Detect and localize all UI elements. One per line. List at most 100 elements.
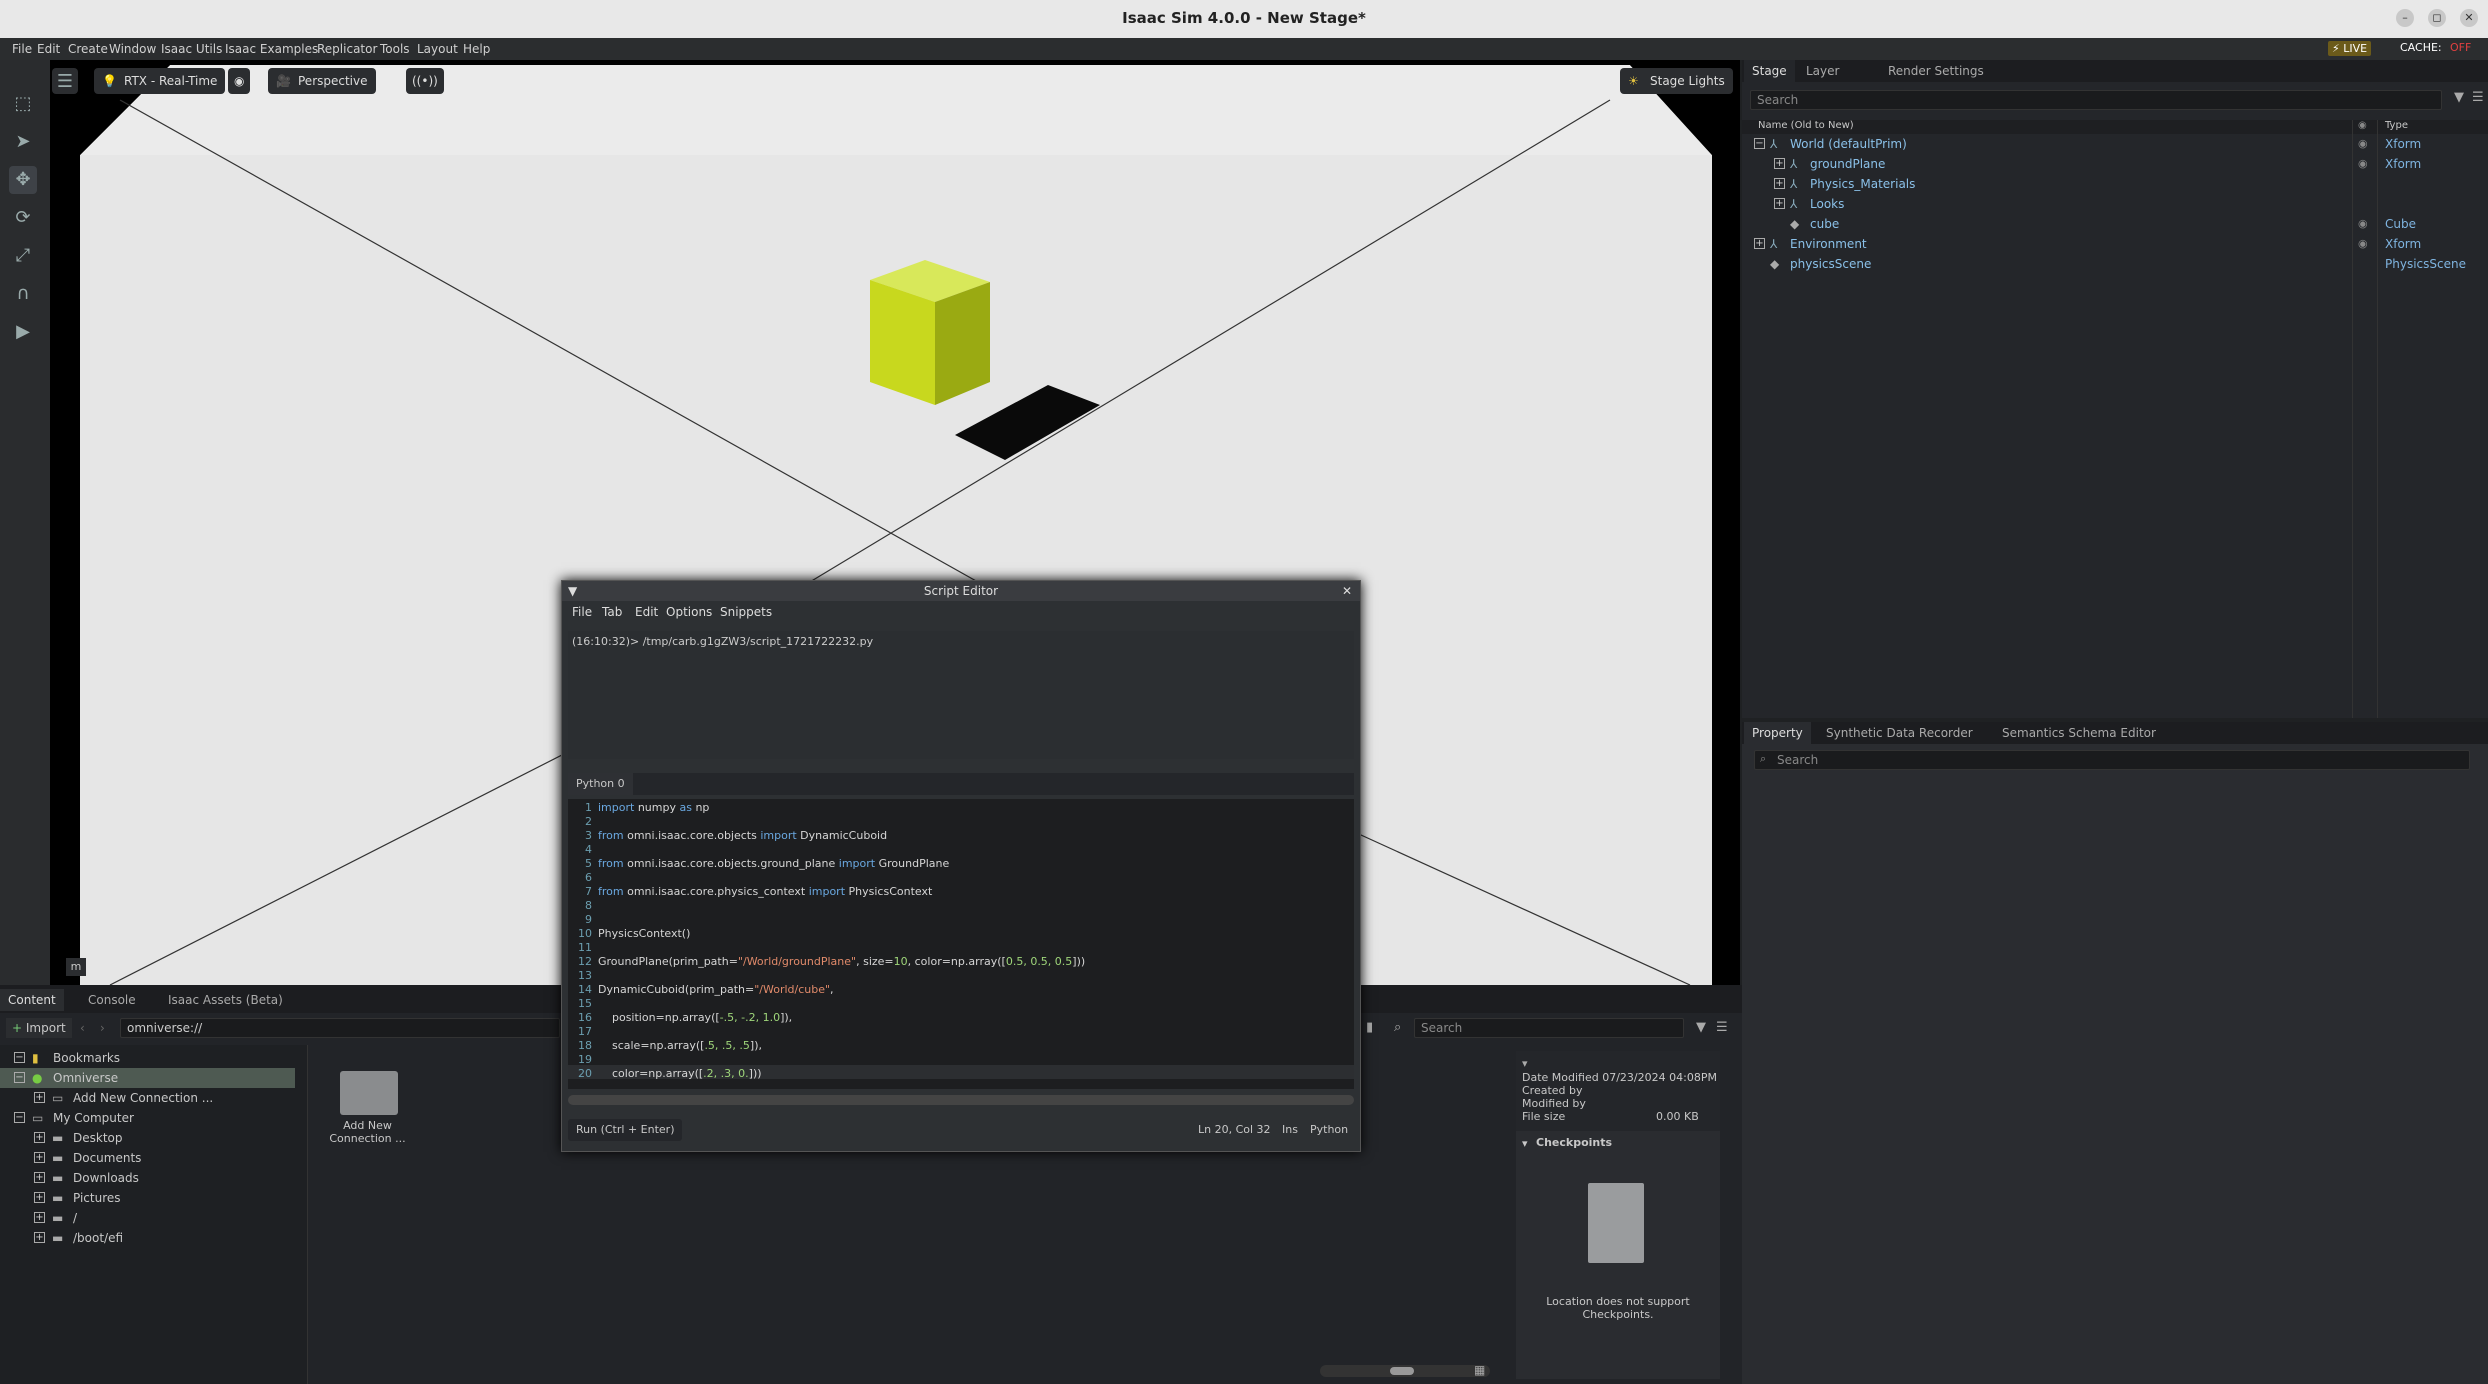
tree-add-connection[interactable]: + ▭ Add New Connection ... — [0, 1088, 305, 1108]
eye-icon[interactable]: ◉ — [2358, 154, 2368, 174]
script-menu-file[interactable]: File — [572, 605, 592, 619]
menu-edit[interactable]: Edit — [37, 42, 60, 56]
expand-icon[interactable]: + — [34, 1152, 45, 1163]
tree-desktop[interactable]: + ▬ Desktop — [0, 1128, 305, 1148]
select-icon[interactable]: ⬚ — [9, 90, 37, 118]
tree-documents[interactable]: + ▬ Documents — [0, 1148, 305, 1168]
column-name[interactable]: Name (Old to New) — [1758, 120, 1854, 131]
tab-semantics-schema-editor[interactable]: Semantics Schema Editor — [1994, 722, 2164, 744]
run-button[interactable]: Run (Ctrl + Enter) — [568, 1119, 683, 1141]
stage-row-looks[interactable]: + ⅄ Looks — [1742, 194, 2488, 214]
tab-content[interactable]: Content — [0, 989, 64, 1011]
tree-omniverse[interactable]: − ● Omniverse — [0, 1068, 295, 1088]
script-menu-tab[interactable]: Tab — [602, 605, 622, 619]
live-badge[interactable]: ⚡ LIVE — [2328, 41, 2372, 56]
forward-icon[interactable]: › — [100, 1021, 105, 1035]
close-icon[interactable]: ✕ — [1342, 581, 1352, 601]
options-icon[interactable]: ☰ — [2472, 90, 2484, 105]
expand-icon[interactable]: + — [1774, 178, 1785, 189]
menu-icon[interactable]: ☰ — [1716, 1020, 1728, 1035]
menu-file[interactable]: File — [12, 42, 32, 56]
filter-icon[interactable]: ▼ — [1696, 1020, 1706, 1035]
add-connection-tile[interactable]: Add New Connection ... — [320, 1067, 415, 1152]
column-type[interactable]: Type — [2385, 120, 2408, 131]
pointer-icon[interactable]: ➤ — [9, 128, 37, 156]
expand-icon[interactable]: + — [1774, 198, 1785, 209]
collapse-arrow-icon[interactable]: ▼ — [568, 581, 577, 601]
rotate-icon[interactable]: ⟳ — [9, 204, 37, 232]
play-icon[interactable]: ▶ — [9, 318, 37, 346]
maximize-icon[interactable]: ◻ — [2428, 9, 2446, 27]
collapse-icon[interactable]: − — [14, 1052, 25, 1063]
eye-icon[interactable]: ◉ — [2358, 234, 2368, 254]
tab-render-settings[interactable]: Render Settings — [1880, 60, 1992, 82]
script-menu-options[interactable]: Options — [666, 605, 712, 619]
menu-tools[interactable]: Tools — [380, 42, 410, 56]
menu-layout[interactable]: Layout — [417, 42, 458, 56]
dropdown-icon[interactable]: ▾ — [1522, 1057, 1528, 1070]
stage-row-environment[interactable]: + ⅄ Environment ◉ Xform — [1742, 234, 2488, 254]
expand-icon[interactable]: + — [1754, 238, 1765, 249]
stage-lights-button[interactable]: ☀ Stage Lights — [1620, 68, 1733, 94]
move-icon[interactable]: ✥ — [9, 166, 37, 194]
bookmark-icon[interactable]: ▮ — [1366, 1020, 1373, 1035]
settings-icon[interactable]: ☰ — [52, 68, 78, 94]
menu-help[interactable]: Help — [463, 42, 490, 56]
content-search-input[interactable]: Search — [1414, 1018, 1684, 1038]
tree-bookmarks[interactable]: − ▮ Bookmarks — [0, 1048, 305, 1068]
camera-button[interactable]: 🎥 Perspective — [268, 68, 376, 94]
expand-icon[interactable]: + — [34, 1192, 45, 1203]
collapse-icon[interactable]: − — [14, 1112, 25, 1123]
collapse-icon[interactable]: − — [1754, 138, 1765, 149]
menu-replicator[interactable]: Replicator — [317, 42, 377, 56]
minimize-icon[interactable]: – — [2396, 9, 2414, 27]
tree-boot-efi[interactable]: + ▬ /boot/efi — [0, 1228, 305, 1248]
menu-isaac-utils[interactable]: Isaac Utils — [161, 42, 222, 56]
scale-icon[interactable]: ⤢ — [9, 242, 37, 270]
snap-icon[interactable]: ∩ — [9, 280, 37, 308]
property-search-input[interactable]: Search — [1754, 750, 2470, 770]
tab-property[interactable]: Property — [1744, 722, 1811, 744]
stage-row-physicsscene[interactable]: ◆ physicsScene PhysicsScene — [1742, 254, 2488, 274]
expand-icon[interactable]: + — [34, 1132, 45, 1143]
tab-synthetic-data-recorder[interactable]: Synthetic Data Recorder — [1818, 722, 1981, 744]
tree-my-computer[interactable]: − ▭ My Computer — [0, 1108, 305, 1128]
import-button[interactable]: + Import — [6, 1018, 72, 1038]
menu-create[interactable]: Create — [68, 42, 108, 56]
code-scrollbar[interactable] — [568, 1095, 1354, 1105]
collapse-icon[interactable]: − — [14, 1072, 25, 1083]
stage-search-input[interactable]: Search — [1750, 90, 2442, 110]
stage-row-physics-materials[interactable]: + ⅄ Physics_Materials — [1742, 174, 2488, 194]
eye-icon[interactable]: ◉ — [2358, 134, 2368, 154]
back-icon[interactable]: ‹ — [80, 1021, 85, 1035]
expand-icon[interactable]: + — [34, 1172, 45, 1183]
tree-downloads[interactable]: + ▬ Downloads — [0, 1168, 305, 1188]
tab-isaac-assets[interactable]: Isaac Assets (Beta) — [160, 989, 291, 1011]
path-input[interactable]: omniverse:// — [120, 1018, 560, 1038]
tab-console[interactable]: Console — [80, 989, 144, 1011]
expand-icon[interactable]: + — [34, 1092, 45, 1103]
expand-icon[interactable]: + — [1774, 158, 1785, 169]
stage-row-groundplane[interactable]: + ⅄ groundPlane ◉ Xform — [1742, 154, 2488, 174]
script-menu-edit[interactable]: Edit — [635, 605, 658, 619]
tab-python-0[interactable]: Python 0 — [568, 773, 633, 795]
menu-window[interactable]: Window — [109, 42, 156, 56]
expand-icon[interactable]: + — [34, 1232, 45, 1243]
tab-stage[interactable]: Stage — [1744, 60, 1795, 82]
filter-icon[interactable]: ▼ — [2454, 90, 2464, 105]
script-menu-snippets[interactable]: Snippets — [720, 605, 772, 619]
render-mode-button[interactable]: 💡 RTX - Real-Time — [94, 68, 226, 94]
broadcast-icon[interactable]: ((•)) — [406, 68, 444, 94]
collapse-arrow-icon[interactable]: ▾ — [1522, 1137, 1528, 1150]
tree-root[interactable]: + ▬ / — [0, 1208, 305, 1228]
tab-layer[interactable]: Layer — [1798, 60, 1847, 82]
close-icon[interactable]: ✕ — [2460, 9, 2478, 27]
code-editor[interactable]: 1 import numpy as np 2 3 from omni.isaac.c… — [568, 799, 1354, 1089]
eye-icon[interactable]: ◉ — [2358, 214, 2368, 234]
cache-state[interactable]: OFF — [2450, 41, 2471, 54]
expand-icon[interactable]: + — [34, 1212, 45, 1223]
stage-row-cube[interactable]: ◆ cube ◉ Cube — [1742, 214, 2488, 234]
tree-pictures[interactable]: + ▬ Pictures — [0, 1188, 305, 1208]
menu-isaac-examples[interactable]: Isaac Examples — [225, 42, 318, 56]
zoom-slider[interactable] — [1320, 1365, 1490, 1377]
